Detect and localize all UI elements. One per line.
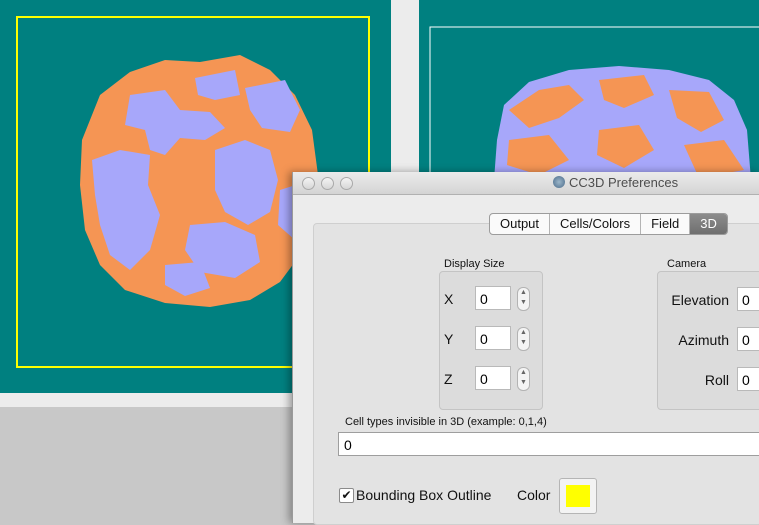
x-field[interactable]: 0	[475, 286, 511, 310]
simulation-viewport-3d[interactable]	[419, 0, 759, 180]
roll-field[interactable]: 0	[737, 367, 759, 391]
camera-group: Elevation 0 Azimuth 0 Roll 0	[657, 271, 759, 410]
z-field[interactable]: 0	[475, 366, 511, 390]
tab-content-3d: Display Size X 0 ▲ ▼ Y 0 ▲ ▼ Z 0 ▲ ▼ Camera…	[313, 223, 759, 525]
tab-field[interactable]: Field	[641, 214, 691, 234]
dialog-title: CC3D Preferences	[553, 175, 678, 190]
preferences-tabs: Output Cells/Colors Field 3D	[489, 213, 728, 235]
invisible-types-input[interactable]: 0	[338, 432, 759, 456]
color-label: Color	[517, 487, 551, 503]
bounding-box-label[interactable]: Bounding Box Outline	[356, 487, 491, 503]
elevation-field[interactable]: 0	[737, 287, 759, 311]
z-stepper[interactable]: ▲ ▼	[517, 367, 530, 391]
zoom-window-button[interactable]	[340, 177, 353, 190]
elevation-label: Elevation	[671, 292, 729, 308]
minimize-window-button[interactable]	[321, 177, 334, 190]
bounding-box-checkbox[interactable]: ✔	[339, 488, 354, 503]
tab-cells-colors[interactable]: Cells/Colors	[550, 214, 642, 234]
tab-3d[interactable]: 3D	[690, 214, 727, 234]
color-swatch[interactable]	[566, 485, 590, 507]
azimuth-field[interactable]: 0	[737, 327, 759, 351]
title-bar[interactable]: CC3D Preferences	[293, 172, 759, 195]
close-window-button[interactable]	[302, 177, 315, 190]
preferences-dialog: CC3D Preferences Display Size X 0 ▲ ▼ Y 0…	[292, 172, 759, 525]
z-label: Z	[444, 371, 453, 387]
azimuth-label: Azimuth	[678, 332, 729, 348]
x-label: X	[444, 291, 454, 307]
color-well[interactable]	[559, 478, 597, 514]
tab-output[interactable]: Output	[490, 214, 551, 234]
y-field[interactable]: 0	[475, 326, 511, 350]
roll-label: Roll	[704, 372, 729, 388]
x-stepper[interactable]: ▲ ▼	[517, 287, 530, 311]
app-icon	[553, 176, 565, 188]
y-label: Y	[444, 331, 454, 347]
camera-label: Camera	[667, 258, 707, 270]
display-size-label: Display Size	[444, 258, 505, 270]
cell-field-3d	[429, 26, 759, 180]
display-size-group: X 0 ▲ ▼ Y 0 ▲ ▼ Z 0 ▲ ▼	[439, 271, 543, 410]
y-stepper[interactable]: ▲ ▼	[517, 327, 530, 351]
invisible-types-label: Cell types invisible in 3D (example: 0,1…	[345, 416, 547, 428]
